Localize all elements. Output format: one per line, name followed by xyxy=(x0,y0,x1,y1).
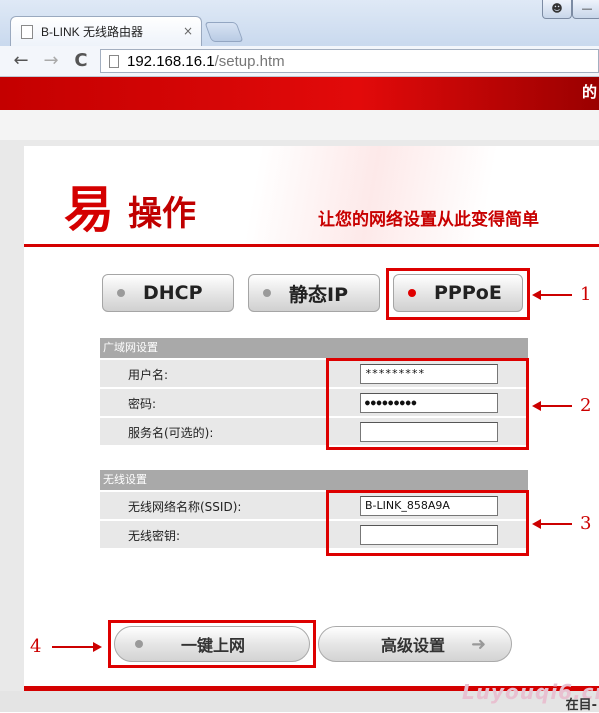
annotation-number-1: 1 xyxy=(580,284,592,305)
close-icon[interactable]: × xyxy=(183,24,193,38)
password-label: 密码: xyxy=(128,397,157,411)
logo-operation: 操作 xyxy=(128,194,196,234)
router-banner: 的 xyxy=(0,77,599,110)
header-gap xyxy=(0,110,599,141)
wireless-section-title: 无线设置 xyxy=(100,470,528,490)
page-icon xyxy=(21,24,33,39)
annotation-arrow-2 xyxy=(532,401,572,411)
annotation-number-2: 2 xyxy=(580,395,592,416)
browser-tab[interactable]: B-LINK 无线路由器 × xyxy=(10,16,202,46)
document-icon xyxy=(109,54,119,68)
url-host: 192.168.16.1 xyxy=(127,52,215,70)
browser-titlebar: B-LINK 无线路由器 × ☻ — xyxy=(0,0,599,47)
highlight-box-3 xyxy=(326,490,529,556)
url-path: /setup.htm xyxy=(214,52,285,70)
service-label: 服务名(可选的): xyxy=(128,426,214,440)
mode-static-label: 静态IP xyxy=(289,283,348,306)
mode-static-button[interactable]: 静态IP xyxy=(248,274,380,312)
footer-text-fragment: 在目- xyxy=(565,698,597,713)
wan-section-title: 广域网设置 xyxy=(100,338,528,358)
wireless-key-label: 无线密钥: xyxy=(128,529,181,543)
slogan: 让您的网络设置从此变得简单 xyxy=(318,210,539,230)
new-tab-button[interactable] xyxy=(204,22,244,42)
annotation-arrow-4 xyxy=(52,642,102,652)
highlight-box-4 xyxy=(108,620,316,668)
window-minimize-button[interactable]: — xyxy=(572,0,599,19)
address-bar[interactable]: 192.168.16.1/setup.htm xyxy=(100,49,599,73)
advanced-label: 高级设置 xyxy=(381,636,446,655)
mode-dhcp-label: DHCP xyxy=(143,282,203,304)
logo-divider xyxy=(24,244,599,247)
annotation-arrow-1 xyxy=(532,290,572,300)
annotation-number-3: 3 xyxy=(580,513,592,534)
banner-text-fragment: 的 xyxy=(581,83,597,101)
arrow-right-icon: ➜ xyxy=(471,633,487,655)
reload-icon[interactable]: C xyxy=(70,50,92,72)
annotation-arrow-3 xyxy=(532,519,572,529)
radio-dot-icon xyxy=(117,289,125,297)
window-user-icon[interactable]: ☻ xyxy=(542,0,572,19)
logo-yi: 易 xyxy=(64,180,114,239)
browser-toolbar: ← → C 192.168.16.1/setup.htm xyxy=(0,46,599,77)
ssid-label: 无线网络名称(SSID): xyxy=(128,500,242,514)
advanced-settings-button[interactable]: 高级设置 ➜ xyxy=(318,626,512,662)
forward-icon[interactable]: → xyxy=(40,50,62,72)
tab-title: B-LINK 无线路由器 xyxy=(41,25,144,39)
username-label: 用户名: xyxy=(128,368,169,382)
mode-dhcp-button[interactable]: DHCP xyxy=(102,274,234,312)
highlight-box-1 xyxy=(386,268,530,320)
highlight-box-2 xyxy=(326,358,529,450)
back-icon[interactable]: ← xyxy=(10,50,32,72)
annotation-number-4: 4 xyxy=(30,636,42,657)
radio-dot-icon xyxy=(263,289,271,297)
